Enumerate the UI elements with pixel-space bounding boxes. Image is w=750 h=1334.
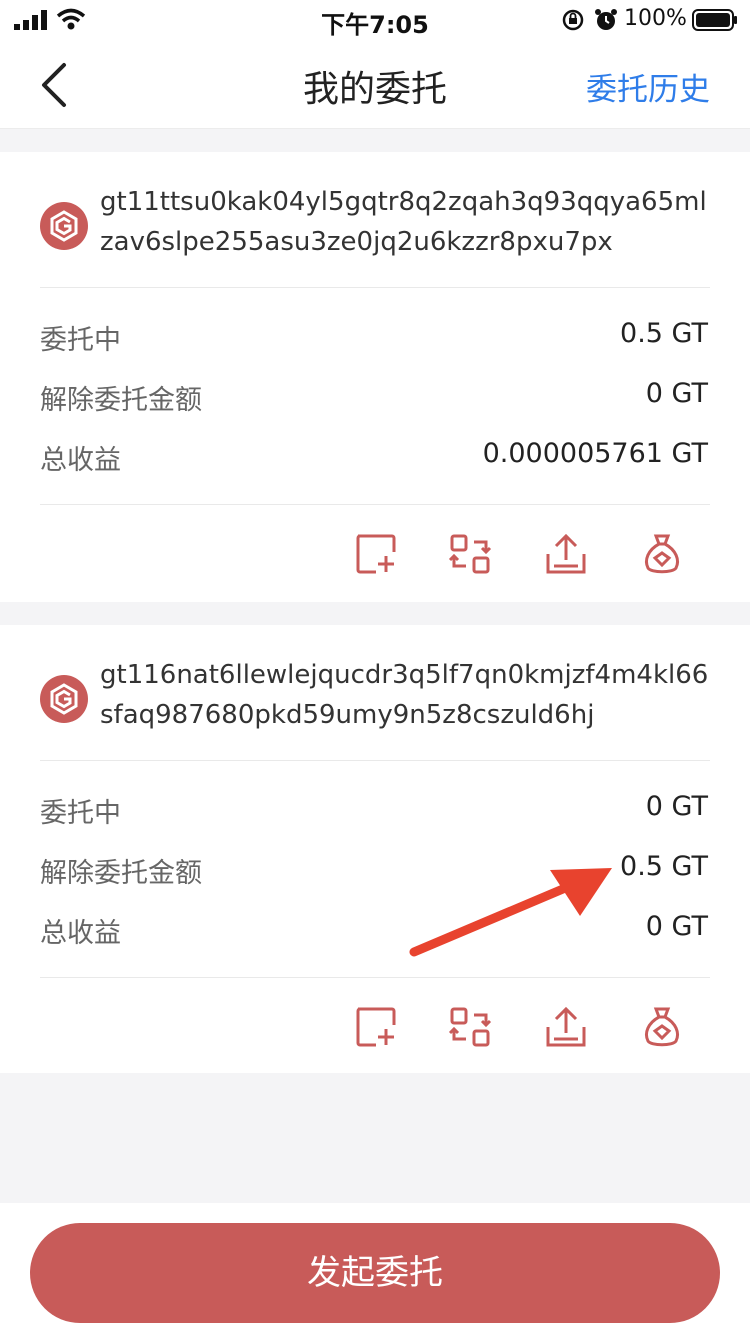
- divider: [40, 287, 710, 288]
- undelegating-label: 解除委托金额: [40, 858, 202, 889]
- alarm-icon: [595, 9, 617, 30]
- divider: [40, 760, 710, 761]
- redelegate-icon[interactable]: [448, 532, 492, 576]
- annotation-arrow-icon: [409, 868, 612, 957]
- divider: [40, 977, 710, 978]
- total-reward-value: 0.000005761 GT: [482, 438, 708, 469]
- validator-address: gt11ttsu0kak04yl5gqtr8q2zqah3q93qqya65ml…: [100, 187, 707, 257]
- undelegate-icon[interactable]: [544, 1005, 588, 1049]
- redelegate-icon[interactable]: [448, 1005, 492, 1049]
- divider: [40, 504, 710, 505]
- bottom-bar: 发起委托: [0, 1203, 750, 1334]
- delegated-value: 0 GT: [645, 791, 708, 822]
- add-delegation-icon[interactable]: [354, 1005, 398, 1049]
- delegation-history-link[interactable]: 委托历史: [586, 64, 710, 109]
- undelegating-value: 0 GT: [645, 378, 708, 409]
- total-reward-value: 0 GT: [645, 911, 708, 942]
- validator-address-row[interactable]: gt11ttsu0kak04yl5gqtr8q2zqah3q93qqya65ml…: [40, 182, 710, 286]
- undelegate-icon[interactable]: [544, 532, 588, 576]
- total-reward-label: 总收益: [40, 918, 121, 949]
- delegation-card: gt11ttsu0kak04yl5gqtr8q2zqah3q93qqya65ml…: [0, 152, 750, 602]
- delegated-row: 委托中 0 GT: [40, 791, 710, 831]
- start-delegation-button[interactable]: 发起委托: [30, 1223, 720, 1323]
- delegated-value: 0.5 GT: [620, 318, 708, 349]
- validator-logo-icon: [40, 675, 88, 723]
- validator-logo-icon: [40, 202, 88, 250]
- delegated-label: 委托中: [40, 325, 121, 356]
- undelegating-value: 0.5 GT: [620, 851, 708, 882]
- delegated-row: 委托中 0.5 GT: [40, 318, 710, 358]
- validator-address-row[interactable]: gt116nat6llewlejqucdr3q5lf7qn0kmjzf4m4kl…: [40, 655, 710, 759]
- action-bar: [0, 532, 750, 592]
- undelegating-row: 解除委托金额 0 GT: [40, 378, 710, 418]
- battery-icon: [692, 9, 737, 31]
- validator-address: gt116nat6llewlejqucdr3q5lf7qn0kmjzf4m4kl…: [100, 660, 709, 730]
- claim-reward-icon[interactable]: [640, 532, 684, 576]
- delegated-label: 委托中: [40, 798, 121, 829]
- add-delegation-icon[interactable]: [354, 532, 398, 576]
- total-reward-label: 总收益: [40, 445, 121, 476]
- rotation-lock-icon: [562, 9, 584, 31]
- nav-bar: 我的委托 委托历史: [0, 40, 750, 129]
- battery-percent: 100%: [624, 6, 687, 31]
- claim-reward-icon[interactable]: [640, 1005, 684, 1049]
- delegation-card: gt116nat6llewlejqucdr3q5lf7qn0kmjzf4m4kl…: [0, 625, 750, 1073]
- action-bar: [0, 1005, 750, 1065]
- undelegating-label: 解除委托金额: [40, 385, 202, 416]
- total-reward-row: 总收益 0.000005761 GT: [40, 438, 710, 478]
- status-bar: 下午7:05 100%: [0, 0, 750, 40]
